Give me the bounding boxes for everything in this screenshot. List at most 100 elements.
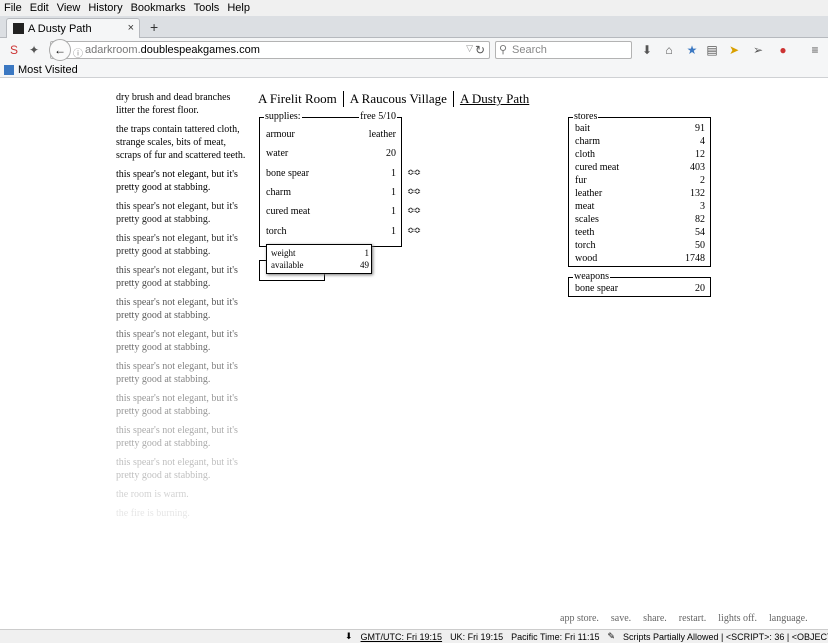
weapons-legend: weapons — [573, 271, 610, 282]
store-value: 54 — [695, 227, 705, 238]
menu-view[interactable]: View — [57, 2, 81, 14]
uk-clock: UK: Fri 19:15 — [450, 631, 504, 642]
increase-decrease-arrows-icon[interactable]: ≎≎ — [407, 205, 421, 216]
puzzle-icon[interactable]: ✦ — [26, 42, 42, 58]
adblock-icon[interactable]: ● — [775, 42, 791, 58]
store-row: leather 132 — [575, 187, 705, 200]
increase-decrease-arrows-icon[interactable]: ≎≎ — [407, 186, 421, 197]
notification-item: this spear's not elegant, but it's prett… — [116, 169, 238, 193]
store-name: charm — [575, 136, 600, 147]
supply-name: cured meat — [266, 206, 311, 218]
tab-firelit-room[interactable]: A Firelit Room — [258, 91, 343, 107]
weapon-row: bone spear 20 — [575, 282, 705, 295]
clipboard-icon[interactable]: ▤ — [704, 42, 720, 58]
download-status-icon[interactable]: ⬇ — [345, 631, 353, 642]
store-value: 91 — [695, 123, 705, 134]
save-link[interactable]: save. — [611, 613, 631, 624]
send-icon[interactable]: ➢ — [750, 42, 766, 58]
app-store-link[interactable]: app store. — [560, 613, 599, 624]
url-dropdown-icon[interactable]: ▽ — [466, 43, 473, 54]
gmt-clock[interactable]: GMT/UTC: Fri 19:15 — [361, 632, 443, 642]
location-header: A Firelit Room A Raucous Village A Dusty… — [258, 91, 535, 107]
supplies-free: free 5/10 — [359, 111, 397, 122]
supply-value: 1 — [391, 186, 396, 198]
store-name: scales — [575, 214, 599, 225]
url-domain: doublespeakgames.com — [140, 44, 260, 56]
home-icon[interactable]: ⌂ — [661, 42, 677, 58]
increase-decrease-arrows-icon[interactable]: ≎≎ — [407, 167, 421, 178]
supply-row: water 20 — [266, 148, 396, 159]
stores-panel: stores bait 91 charm 4 cloth 12 cured meat 403 f… — [568, 111, 711, 267]
info-icon[interactable]: ⓘ — [73, 45, 83, 60]
menu-bar: File Edit View History Bookmarks Tools H… — [0, 0, 828, 16]
menu-bookmarks[interactable]: Bookmarks — [131, 2, 186, 14]
store-name: torch — [575, 240, 596, 251]
notification-item: this spear's not elegant, but it's prett… — [116, 265, 238, 289]
back-icon[interactable]: ← — [49, 39, 71, 61]
supplies-legend: supplies: — [264, 111, 302, 122]
store-row: scales 82 — [575, 213, 705, 226]
share-link[interactable]: share. — [643, 613, 667, 624]
store-value: 3 — [700, 201, 705, 212]
tab-dusty-path[interactable]: A Dusty Path × — [6, 18, 140, 38]
notification-item: this spear's not elegant, but it's prett… — [116, 425, 238, 449]
tab-dusty-path[interactable]: A Dusty Path — [452, 91, 535, 107]
menu-edit[interactable]: Edit — [30, 2, 49, 14]
search-input[interactable]: ⚲ Search — [495, 41, 632, 59]
menu-history[interactable]: History — [88, 2, 122, 14]
restart-link[interactable]: restart. — [679, 613, 707, 624]
url-text: adarkroom.doublespeakgames.com — [85, 44, 260, 56]
supply-name: charm — [266, 186, 291, 198]
notification-item: the room is warm. — [116, 489, 189, 500]
menu-file[interactable]: File — [4, 2, 22, 14]
reload-icon[interactable]: ↻ — [475, 43, 485, 57]
bookmark-most-visited[interactable]: Most Visited — [18, 64, 78, 76]
supply-value: leather — [368, 129, 396, 140]
supply-name: armour — [266, 129, 295, 140]
store-row: fur 2 — [575, 174, 705, 187]
cursor-icon[interactable]: ➤ — [726, 42, 742, 58]
addon-icon[interactable]: S — [6, 42, 22, 58]
hamburger-menu-icon[interactable]: ≡ — [807, 42, 823, 58]
weapons-panel: weapons bone spear 20 — [568, 271, 711, 297]
notification-item: this spear's not elegant, but it's prett… — [116, 297, 238, 321]
navigation-bar: S ✦ ← ⓘ adarkroom.doublespeakgames.com ▽… — [0, 38, 828, 62]
download-icon[interactable]: ⬇ — [639, 42, 655, 58]
notification-item: this spear's not elegant, but it's prett… — [116, 329, 238, 353]
url-bar[interactable]: ← ⓘ adarkroom.doublespeakgames.com ▽ ↻ — [49, 39, 490, 61]
weapon-value: 20 — [695, 283, 705, 294]
new-tab-button[interactable]: + — [150, 19, 158, 35]
notification-item: this spear's not elegant, but it's prett… — [116, 233, 238, 257]
supply-value: 1 — [391, 167, 396, 179]
notification-item: this spear's not elegant, but it's prett… — [116, 361, 238, 385]
noscript-icon[interactable]: ✎ — [607, 631, 615, 642]
lights-off-link[interactable]: lights off. — [718, 613, 757, 624]
supply-name: water — [266, 148, 289, 160]
supplies-panel: supplies: free 5/10 armour leather water 20… — [259, 111, 402, 247]
notifications-panel: dry brush and dead branches litter the f… — [116, 91, 246, 526]
tab-raucous-village[interactable]: A Raucous Village — [342, 91, 453, 107]
menu-help[interactable]: Help — [227, 2, 250, 14]
supply-name: bone spear — [266, 167, 310, 179]
store-row: cloth 12 — [575, 148, 705, 161]
tooltip: weight 1 available 49 — [266, 244, 372, 274]
menu-tools[interactable]: Tools — [194, 2, 220, 14]
store-row: meat 3 — [575, 200, 705, 213]
language-link[interactable]: language. — [769, 613, 808, 624]
supply-row: bone spear 1 — [266, 168, 396, 179]
store-name: bait — [575, 123, 590, 134]
store-name: teeth — [575, 227, 595, 238]
bookmark-star-icon[interactable]: ★ — [684, 42, 700, 58]
supply-value: 20 — [386, 148, 396, 160]
supply-name: torch — [266, 225, 287, 237]
scripts-status[interactable]: Scripts Partially Allowed | <SCRIPT>: 36… — [623, 632, 828, 642]
supply-row: charm 1 — [266, 187, 396, 198]
increase-decrease-arrows-icon[interactable]: ≎≎ — [407, 225, 421, 236]
stores-legend: stores — [573, 111, 599, 122]
search-icon: ⚲ — [499, 44, 508, 56]
store-row: charm 4 — [575, 135, 705, 148]
weapon-name: bone spear — [575, 283, 619, 294]
store-value: 4 — [700, 136, 705, 147]
close-tab-icon[interactable]: × — [128, 22, 134, 34]
supply-value: 1 — [391, 225, 396, 237]
